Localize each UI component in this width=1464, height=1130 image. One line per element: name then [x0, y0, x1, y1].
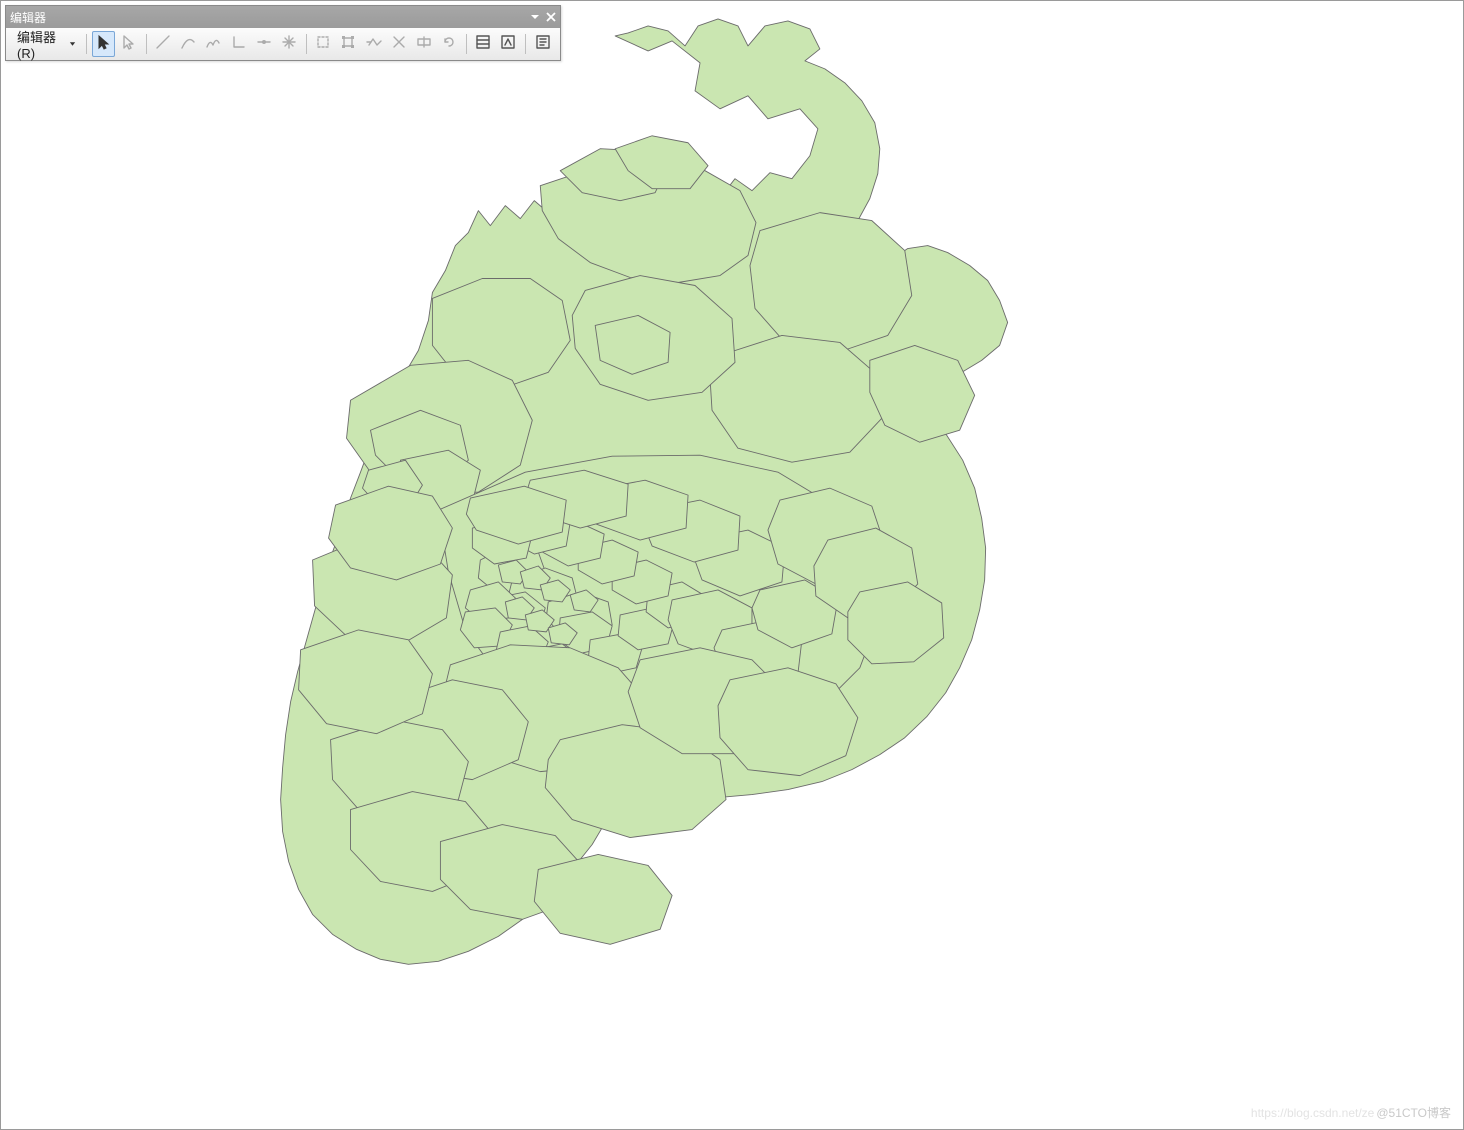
right-angle-button: [227, 31, 250, 57]
cut-icon: [390, 33, 408, 56]
split-icon: [415, 33, 433, 56]
arc-icon: [179, 33, 197, 56]
edit-vertices-button: [337, 31, 360, 57]
point-button: [312, 31, 335, 57]
right-angle-icon: [230, 33, 248, 56]
reshape-icon: [365, 33, 383, 56]
burst-icon: [280, 33, 298, 56]
watermark: https://blog.csdn.net/ze @51CTO博客: [1251, 1104, 1451, 1121]
separator: [525, 34, 526, 54]
reshape-feature-button: [362, 31, 385, 57]
trace-button: [202, 31, 225, 57]
watermark-text: @51CTO博客: [1376, 1104, 1451, 1121]
editor-menu-button[interactable]: 编辑器(R): [12, 24, 81, 64]
straight-segment-button: [151, 31, 174, 57]
cut-polygons-button: [387, 31, 410, 57]
attributes-button[interactable]: [472, 31, 495, 57]
editor-toolbar-window[interactable]: 编辑器 编辑器(R): [5, 5, 561, 61]
editor-toolbar-titlebar[interactable]: 编辑器: [6, 6, 560, 28]
separator: [86, 34, 87, 54]
edit-tool-button[interactable]: [92, 31, 115, 57]
sketch-properties-button[interactable]: [497, 31, 520, 57]
line-icon: [154, 33, 172, 56]
watermark-url: https://blog.csdn.net/ze: [1251, 1106, 1374, 1120]
editor-menu-label: 编辑器(R): [17, 27, 67, 61]
attributes-icon: [474, 33, 492, 56]
separator: [466, 34, 467, 54]
create-features-icon: [534, 33, 552, 56]
trace-icon: [204, 33, 222, 56]
separator: [306, 34, 307, 54]
close-icon[interactable]: [546, 12, 556, 22]
editor-toolbar-row: 编辑器(R): [6, 28, 560, 60]
rotate-icon: [440, 33, 458, 56]
separator: [146, 34, 147, 54]
midpoint-button: [252, 31, 275, 57]
split-tool-button: [412, 31, 435, 57]
map-canvas[interactable]: [1, 1, 1463, 1129]
app-frame: 编辑器 编辑器(R) https://blog.csdn.net/ze @51C…: [0, 0, 1464, 1130]
sketch-props-icon: [499, 33, 517, 56]
rotate-tool-button: [438, 31, 461, 57]
rect-dash-icon: [314, 33, 332, 56]
edit-annotation-tool-button: [117, 31, 140, 57]
create-features-button[interactable]: [531, 31, 554, 57]
distance-distance-button: [277, 31, 300, 57]
rect-nodes-icon: [339, 33, 357, 56]
pointer-outline-icon: [120, 33, 138, 56]
toolbar-options-icon[interactable]: [530, 12, 540, 22]
pointer-solid-icon: [95, 33, 113, 56]
midpoint-icon: [255, 33, 273, 56]
end-point-arc-button: [177, 31, 200, 57]
toolbar-title: 编辑器: [10, 9, 46, 26]
